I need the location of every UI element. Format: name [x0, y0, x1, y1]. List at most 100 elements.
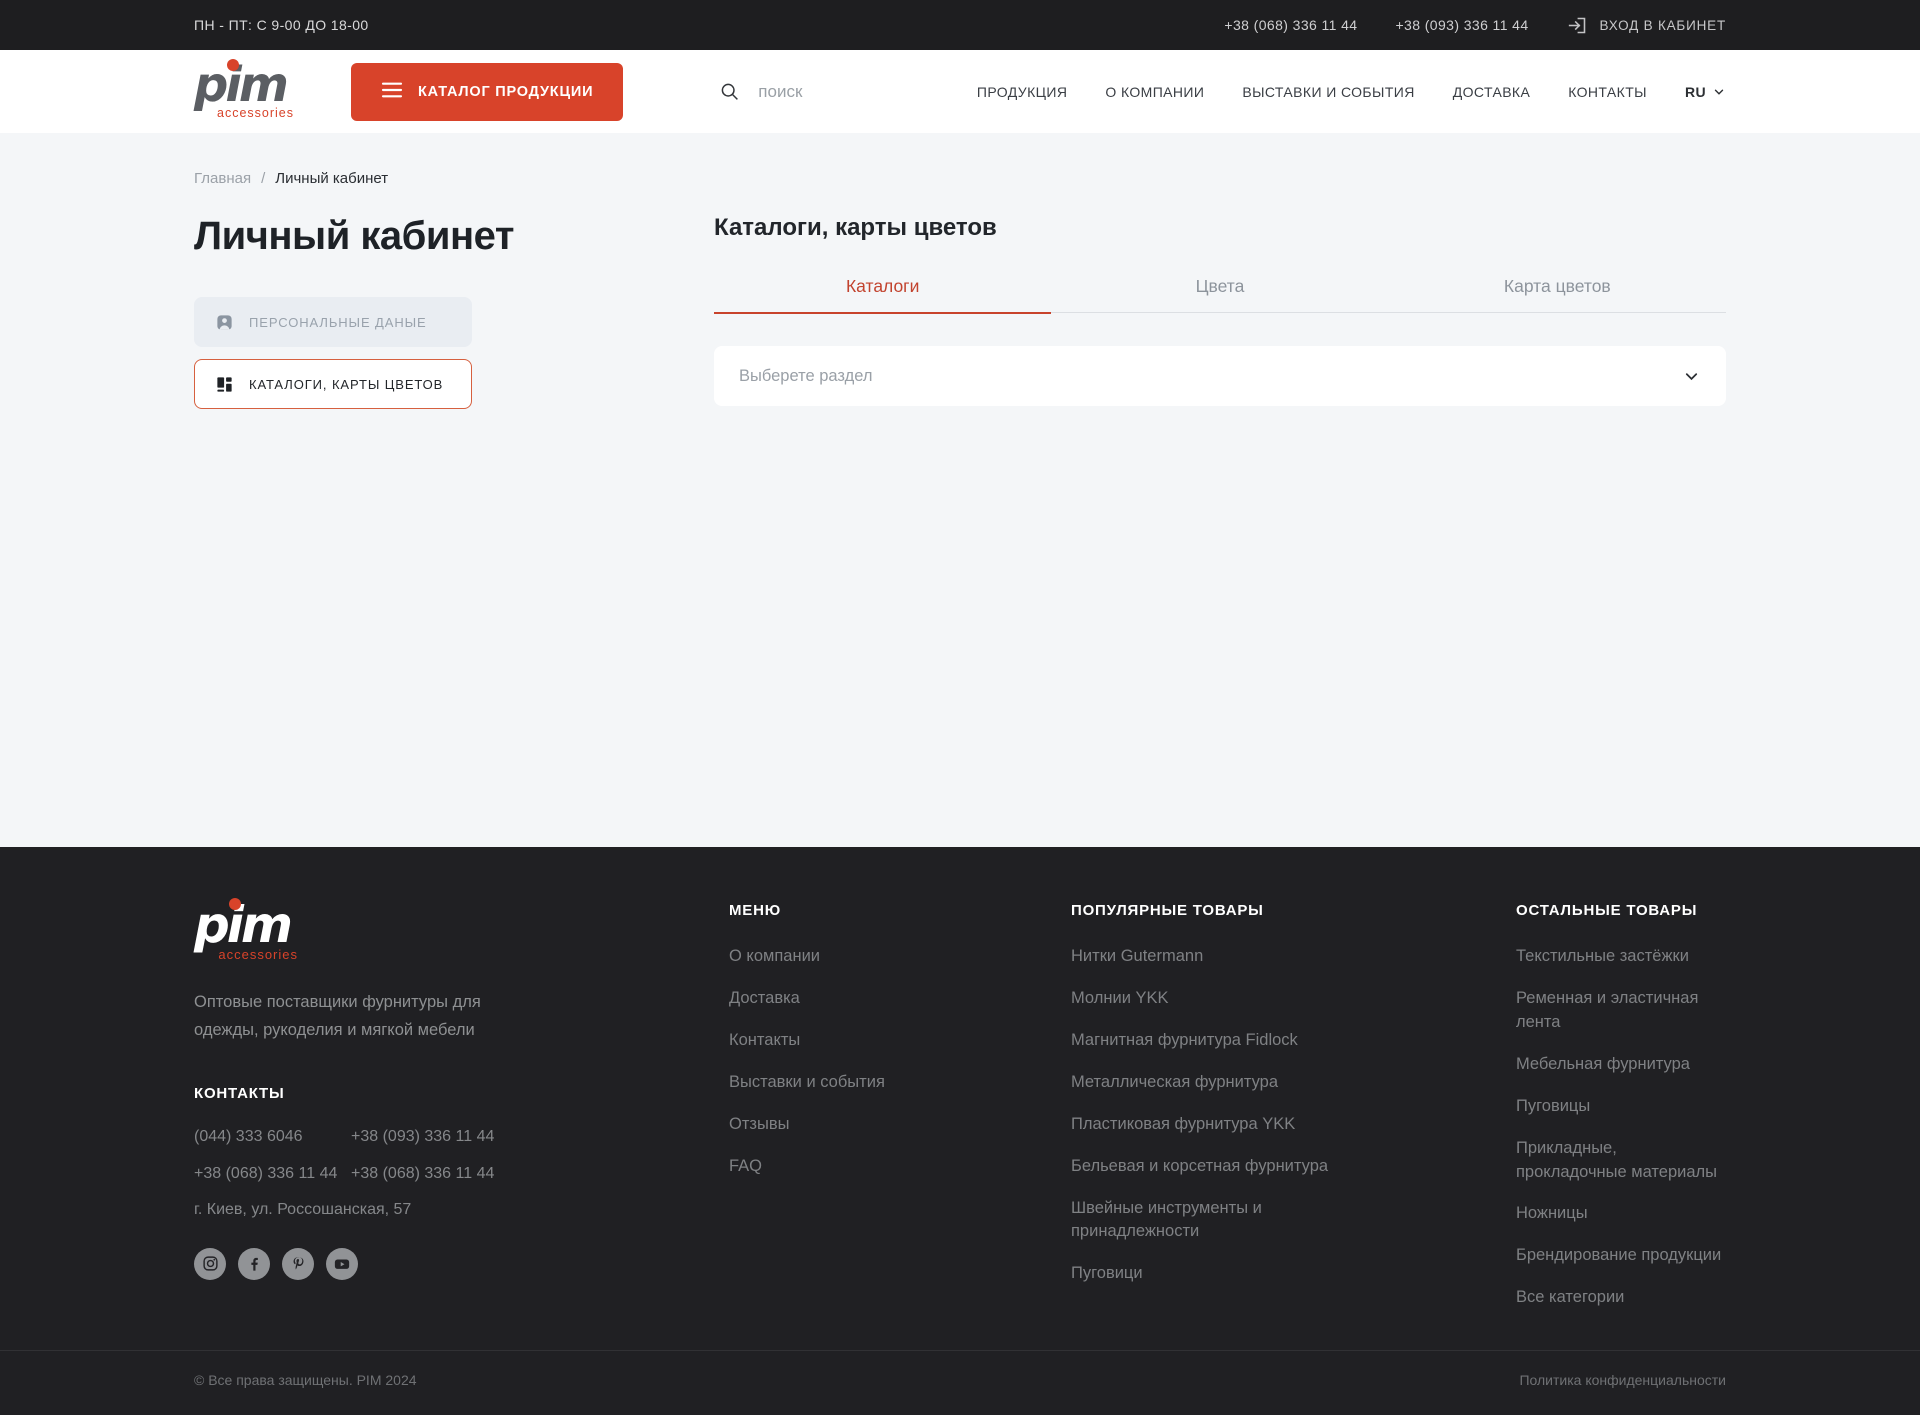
chevron-down-icon — [1682, 367, 1701, 386]
footer-phones: (044) 333 6046 +38 (093) 336 11 44 +38 (… — [194, 1128, 729, 1183]
footer-social — [194, 1248, 729, 1280]
catalog-button[interactable]: КАТАЛОГ ПРОДУКЦИИ — [351, 63, 623, 121]
working-hours: ПН - ПТ: С 9-00 ДО 18-00 — [194, 17, 369, 33]
person-badge-icon — [215, 313, 234, 332]
footer-link[interactable]: Металлическая фурнитура — [1071, 1071, 1343, 1095]
footer-link[interactable]: Молнии YKK — [1071, 987, 1343, 1011]
sidebar-item-catalogs[interactable]: КАТАЛОГИ, КАРТЫ ЦВЕТОВ — [194, 359, 472, 409]
footer-link[interactable]: Текстильные застёжки — [1516, 945, 1726, 969]
footer-phone-3[interactable]: +38 (068) 336 11 44 — [194, 1165, 351, 1183]
account-sidebar: Личный кабинет ПЕРСОНАЛЬНЫЕ ДАНЫЕ — [194, 214, 714, 409]
footer-link[interactable]: Доставка — [729, 987, 1071, 1011]
footer-other-column: ОСТАЛЬНЫЕ ТОВАРЫ Текстильные застёжки Ре… — [1516, 902, 1726, 1328]
section-title: Каталоги, карты цветов — [714, 214, 1726, 242]
footer-bottom-bar: © Все права защищены. PIM 2024 Политика … — [0, 1350, 1920, 1415]
search-box — [719, 81, 948, 102]
footer-link[interactable]: Швейные инструменты и принадлежности — [1071, 1197, 1343, 1245]
footer-link[interactable]: Отзывы — [729, 1113, 1071, 1137]
page-title: Личный кабинет — [194, 214, 714, 259]
phone-link-1[interactable]: +38 (068) 336 11 44 — [1224, 17, 1357, 33]
breadcrumb-home[interactable]: Главная — [194, 170, 251, 187]
search-input[interactable] — [758, 82, 948, 102]
footer-popular-column: ПОПУЛЯРНЫЕ ТОВАРЫ Нитки Gutermann Молнии… — [1071, 902, 1516, 1304]
language-switcher[interactable]: RU — [1685, 84, 1726, 100]
login-icon — [1567, 15, 1588, 36]
topbar-right: +38 (068) 336 11 44 +38 (093) 336 11 44 … — [1224, 15, 1726, 36]
footer-logo-dot — [229, 898, 241, 910]
tab-colors[interactable]: Цвета — [1051, 276, 1388, 313]
footer-tagline: Оптовые поставщики фурнитуры для одежды,… — [194, 988, 509, 1045]
login-label: ВХОД В КАБИНЕТ — [1600, 18, 1726, 33]
nav-contacts[interactable]: КОНТАКТЫ — [1568, 84, 1647, 100]
footer-link[interactable]: FAQ — [729, 1155, 1071, 1179]
nav-about[interactable]: О КОМПАНИИ — [1105, 84, 1204, 100]
youtube-icon[interactable] — [326, 1248, 358, 1280]
logo[interactable]: pim accessories — [194, 63, 294, 120]
select-placeholder: Выберете раздел — [739, 367, 873, 386]
footer-link[interactable]: Выставки и события — [729, 1071, 1071, 1095]
footer-address: г. Киев, ул. Россошанская, 57 — [194, 1201, 729, 1219]
footer-link[interactable]: Пластиковая фурнитура YKK — [1071, 1113, 1343, 1137]
breadcrumb-separator: / — [261, 170, 265, 187]
sidebar-item-label: ПЕРСОНАЛЬНЫЕ ДАНЫЕ — [249, 315, 427, 330]
footer: pim accessories Оптовые поставщики фурни… — [0, 847, 1920, 1415]
breadcrumb: Главная / Личный кабинет — [194, 170, 1726, 187]
section-select[interactable]: Выберете раздел — [714, 346, 1726, 406]
sidebar-item-label: КАТАЛОГИ, КАРТЫ ЦВЕТОВ — [249, 377, 443, 392]
footer-phone-1[interactable]: (044) 333 6046 — [194, 1128, 351, 1146]
sidebar-item-personal-data[interactable]: ПЕРСОНАЛЬНЫЕ ДАНЫЕ — [194, 297, 472, 347]
tab-catalogs[interactable]: Каталоги — [714, 276, 1051, 314]
nav-delivery[interactable]: ДОСТАВКА — [1453, 84, 1530, 100]
logo-dot — [227, 59, 239, 71]
catalogs-panel: Каталоги, карты цветов Каталоги Цвета Ка… — [714, 214, 1726, 406]
login-button[interactable]: ВХОД В КАБИНЕТ — [1567, 15, 1726, 36]
footer-link[interactable]: Пуговицы — [1516, 1095, 1726, 1119]
footer-menu-column: МЕНЮ О компании Доставка Контакты Выстав… — [729, 902, 1071, 1197]
footer-link[interactable]: Прикладные, прокладочные материалы — [1516, 1137, 1726, 1185]
search-icon — [719, 81, 740, 102]
topbar: ПН - ПТ: С 9-00 ДО 18-00 +38 (068) 336 1… — [0, 0, 1920, 50]
phone-link-2[interactable]: +38 (093) 336 11 44 — [1395, 17, 1528, 33]
catalog-button-label: КАТАЛОГ ПРОДУКЦИИ — [418, 84, 593, 100]
nav-events[interactable]: ВЫСТАВКИ И СОБЫТИЯ — [1242, 84, 1414, 100]
footer-phone-4[interactable]: +38 (068) 336 11 44 — [351, 1165, 729, 1183]
footer-contacts-title: КОНТАКТЫ — [194, 1085, 729, 1102]
pinterest-icon[interactable] — [282, 1248, 314, 1280]
footer-link[interactable]: Ременная и эластичная лента — [1516, 987, 1726, 1035]
header: pim accessories КАТАЛОГ ПРОДУКЦИИ ПРОДУК… — [0, 50, 1920, 133]
footer-contacts-column: pim accessories Оптовые поставщики фурни… — [194, 902, 729, 1280]
logo-text: pim — [194, 63, 294, 107]
footer-link[interactable]: Нитки Gutermann — [1071, 945, 1343, 969]
instagram-icon[interactable] — [194, 1248, 226, 1280]
footer-column-title: МЕНЮ — [729, 902, 1071, 919]
main-content: Главная / Личный кабинет Личный кабинет — [0, 133, 1920, 847]
chevron-down-icon — [1712, 85, 1726, 99]
footer-phone-2[interactable]: +38 (093) 336 11 44 — [351, 1128, 729, 1146]
footer-logo-subtitle: accessories — [218, 947, 298, 962]
footer-link[interactable]: Ножницы — [1516, 1202, 1726, 1226]
privacy-policy-link[interactable]: Политика конфиденциальности — [1519, 1372, 1726, 1388]
language-label: RU — [1685, 84, 1706, 100]
footer-link[interactable]: Брендирование продукции — [1516, 1244, 1726, 1268]
grid-icon — [215, 375, 234, 394]
tab-color-map[interactable]: Карта цветов — [1389, 276, 1726, 313]
footer-link[interactable]: Мебельная фурнитура — [1516, 1053, 1726, 1077]
footer-link[interactable]: Пуговици — [1071, 1262, 1343, 1286]
footer-logo[interactable]: pim accessories — [194, 902, 298, 962]
footer-column-title: ОСТАЛЬНЫЕ ТОВАРЫ — [1516, 902, 1726, 919]
tabs: Каталоги Цвета Карта цветов — [714, 276, 1726, 313]
footer-link[interactable]: Контакты — [729, 1029, 1071, 1053]
facebook-icon[interactable] — [238, 1248, 270, 1280]
footer-link[interactable]: О компании — [729, 945, 1071, 969]
nav-products[interactable]: ПРОДУКЦИЯ — [977, 84, 1068, 100]
footer-logo-text: pim — [194, 902, 298, 948]
footer-column-title: ПОПУЛЯРНЫЕ ТОВАРЫ — [1071, 902, 1516, 919]
main-nav: ПРОДУКЦИЯ О КОМПАНИИ ВЫСТАВКИ И СОБЫТИЯ … — [977, 84, 1726, 100]
footer-link[interactable]: Бельевая и корсетная фурнитура — [1071, 1155, 1343, 1179]
footer-link[interactable]: Все категории — [1516, 1286, 1726, 1310]
logo-subtitle: accessories — [217, 106, 294, 120]
hamburger-icon — [381, 81, 403, 103]
copyright: © Все права защищены. PIM 2024 — [194, 1372, 417, 1388]
breadcrumb-current: Личный кабинет — [275, 170, 388, 187]
footer-link[interactable]: Магнитная фурнитура Fidlock — [1071, 1029, 1343, 1053]
